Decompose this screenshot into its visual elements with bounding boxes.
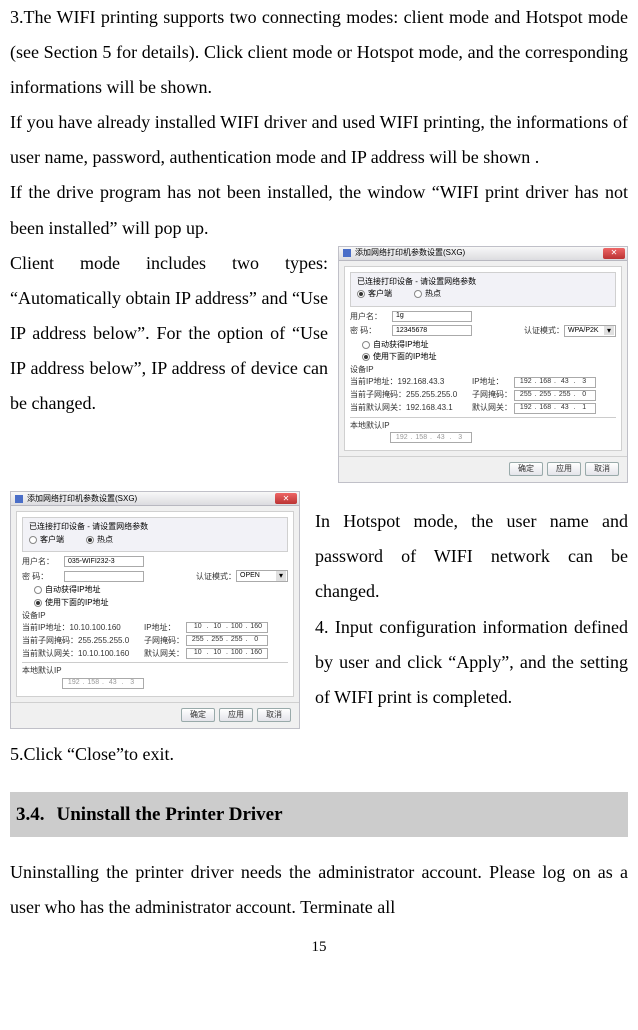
radio-manual-ip[interactable]	[362, 353, 370, 361]
device-subtitle: 已连接打印设备 - 请设置网络参数	[357, 277, 609, 287]
user-input[interactable]: 1g	[392, 311, 472, 322]
section-title: Uninstall the Printer Driver	[57, 804, 283, 825]
gw-input[interactable]: 192.168.43.1	[514, 403, 596, 414]
para-3: 3.The WIFI printing supports two connect…	[10, 0, 628, 105]
para-client-mode: Client mode includes two types: “Automat…	[10, 246, 328, 421]
local-ip-display: 192.158.43.3	[62, 678, 144, 689]
gw-field-label: 默认网关：	[144, 649, 186, 659]
window-titlebar: 添加网络打印机参数设置(SXG) ✕	[339, 247, 627, 261]
ip-field-label: IP地址：	[472, 377, 514, 387]
para-if-installed: If you have already installed WIFI drive…	[10, 105, 628, 175]
ip-input[interactable]: 192.168.43.3	[514, 377, 596, 388]
cur-ip-label: 当前IP地址：192.168.43.3	[350, 377, 472, 387]
para-if-not-installed: If the drive program has not been instal…	[10, 175, 628, 245]
device-subtitle: 已连接打印设备 - 请设置网络参数	[29, 522, 281, 532]
subnet-input[interactable]: 255.255.255.0	[514, 390, 596, 401]
user-input[interactable]: 035-WIFI232-3	[64, 556, 144, 567]
window-titlebar: 添加网络打印机参数设置(SXG) ✕	[11, 492, 299, 506]
ok-button[interactable]: 确定	[509, 462, 543, 476]
device-ip-title: 设备IP	[22, 611, 288, 621]
figure-hotspot-mode: 添加网络打印机参数设置(SXG) ✕ 已连接打印设备 - 请设置网络参数 客户端…	[10, 491, 300, 729]
subnet-field-label: 子网掩码：	[472, 390, 514, 400]
local-ip-title: 本地默认IP	[22, 666, 288, 676]
auth-label: 认证模式：	[196, 572, 236, 582]
cur-gw-label: 当前默认网关：192.168.43.1	[350, 403, 472, 413]
cancel-button[interactable]: 取消	[585, 462, 619, 476]
pass-label: 密 码：	[350, 326, 392, 336]
radio-hotspot-label: 热点	[425, 289, 441, 299]
section-number: 3.4.	[16, 804, 45, 825]
cur-gw-label: 当前默认网关：10.10.100.160	[22, 649, 144, 659]
para-5: 5.Click “Close”to exit.	[10, 737, 628, 772]
ok-button[interactable]: 确定	[181, 708, 215, 722]
radio-hotspot[interactable]	[86, 536, 94, 544]
radio-client[interactable]	[29, 536, 37, 544]
figure-client-mode: 添加网络打印机参数设置(SXG) ✕ 已连接打印设备 - 请设置网络参数 客户端…	[338, 246, 628, 484]
app-icon	[15, 495, 23, 503]
local-ip-title: 本地默认IP	[350, 421, 616, 431]
radio-hotspot-label: 热点	[97, 535, 113, 545]
ip-input[interactable]: 10.10.100.160	[186, 622, 268, 633]
radio-manual-ip[interactable]	[34, 599, 42, 607]
para-uninstall: Uninstalling the printer driver needs th…	[10, 855, 628, 925]
device-ip-title: 设备IP	[350, 365, 616, 375]
radio-client-label: 客户端	[40, 535, 64, 545]
cancel-button[interactable]: 取消	[257, 708, 291, 722]
apply-button[interactable]: 应用	[219, 708, 253, 722]
ip-field-label: IP地址：	[144, 623, 186, 633]
subnet-field-label: 子网掩码：	[144, 636, 186, 646]
local-ip-display: 192.158.43.3	[390, 432, 472, 443]
close-icon[interactable]: ✕	[603, 248, 625, 259]
pass-input[interactable]	[64, 571, 144, 582]
window-title: 添加网络打印机参数设置(SXG)	[27, 494, 137, 504]
radio-manual-label: 使用下面的IP地址	[45, 598, 109, 608]
subnet-input[interactable]: 255.255.255.0	[186, 635, 268, 646]
user-label: 用户名：	[350, 312, 392, 322]
apply-button[interactable]: 应用	[547, 462, 581, 476]
auth-select[interactable]: WPA/P2K	[564, 325, 616, 337]
radio-auto-ip[interactable]	[362, 341, 370, 349]
radio-client-label: 客户端	[368, 289, 392, 299]
cur-subnet-label: 当前子网掩码：255.255.255.0	[22, 636, 144, 646]
auth-select[interactable]: OPEN	[236, 570, 288, 582]
pass-label: 密 码：	[22, 572, 64, 582]
radio-hotspot[interactable]	[414, 290, 422, 298]
section-heading: 3.4. Uninstall the Printer Driver	[10, 792, 628, 837]
close-icon[interactable]: ✕	[275, 493, 297, 504]
radio-auto-label: 自动获得IP地址	[45, 585, 101, 595]
window-title: 添加网络打印机参数设置(SXG)	[355, 248, 465, 258]
user-label: 用户名：	[22, 557, 64, 567]
page-number: 15	[10, 933, 628, 962]
gw-input[interactable]: 10.10.100.160	[186, 648, 268, 659]
cur-ip-label: 当前IP地址：10.10.100.160	[22, 623, 144, 633]
gw-field-label: 默认网关：	[472, 403, 514, 413]
radio-auto-ip[interactable]	[34, 586, 42, 594]
pass-input[interactable]: 12345678	[392, 325, 472, 336]
app-icon	[343, 249, 351, 257]
radio-auto-label: 自动获得IP地址	[373, 340, 429, 350]
radio-client[interactable]	[357, 290, 365, 298]
radio-manual-label: 使用下面的IP地址	[373, 352, 437, 362]
auth-label: 认证模式：	[524, 326, 564, 336]
cur-subnet-label: 当前子网掩码：255.255.255.0	[350, 390, 472, 400]
